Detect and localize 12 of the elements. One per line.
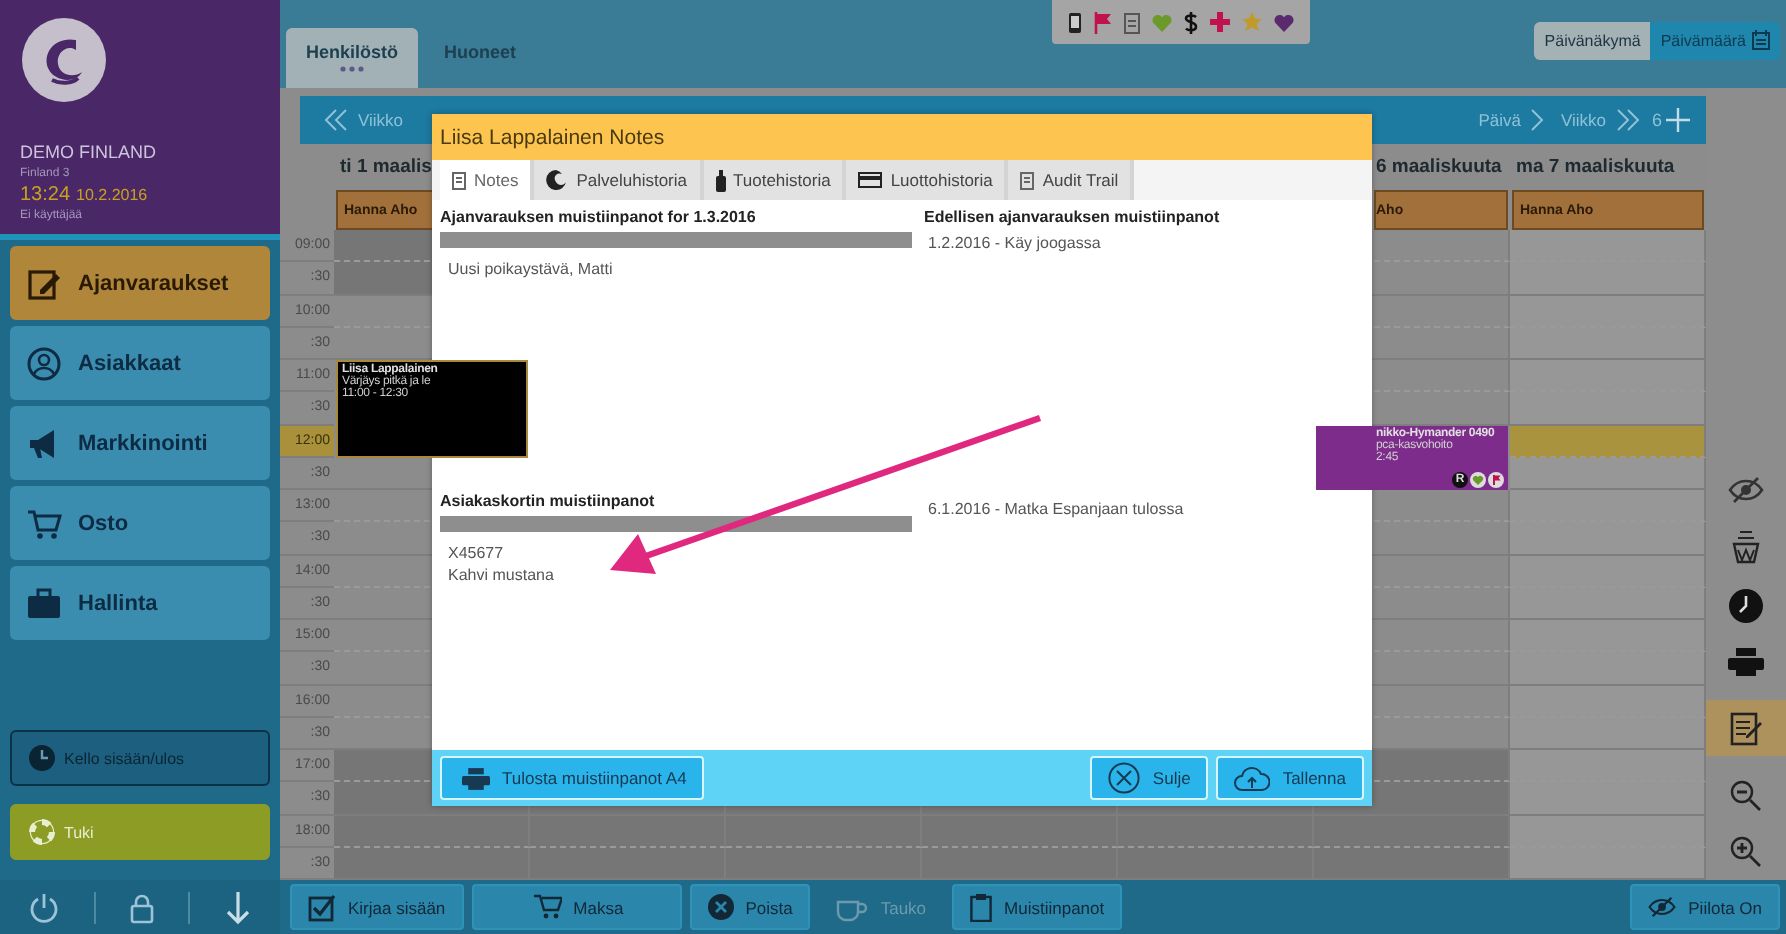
previous-note: 6.1.2016 - Matka Espanjaan tulossa <box>926 500 1186 518</box>
day-header: ti 1 maalis <box>338 154 432 182</box>
day-header: ma 7 maaliskuuta <box>1514 154 1675 182</box>
dialog-title: Liisa Lappalainen Notes <box>432 114 1372 160</box>
current-date: 10.2.2016 <box>76 186 148 204</box>
day-header: 6 maaliskuuta <box>1374 154 1502 182</box>
company-name: DEMO FINLAND <box>20 142 159 162</box>
clock-time: 13:24 <box>20 184 71 206</box>
previous-note: 1.2.2016 - Käy joogassa <box>926 234 1103 252</box>
section-heading: Edellisen ajanvarauksen muistiinpanot <box>924 208 1222 226</box>
day-count: 6 <box>1649 110 1664 130</box>
section-heading: Asiakaskortin muistiinpanot <box>440 492 657 510</box>
